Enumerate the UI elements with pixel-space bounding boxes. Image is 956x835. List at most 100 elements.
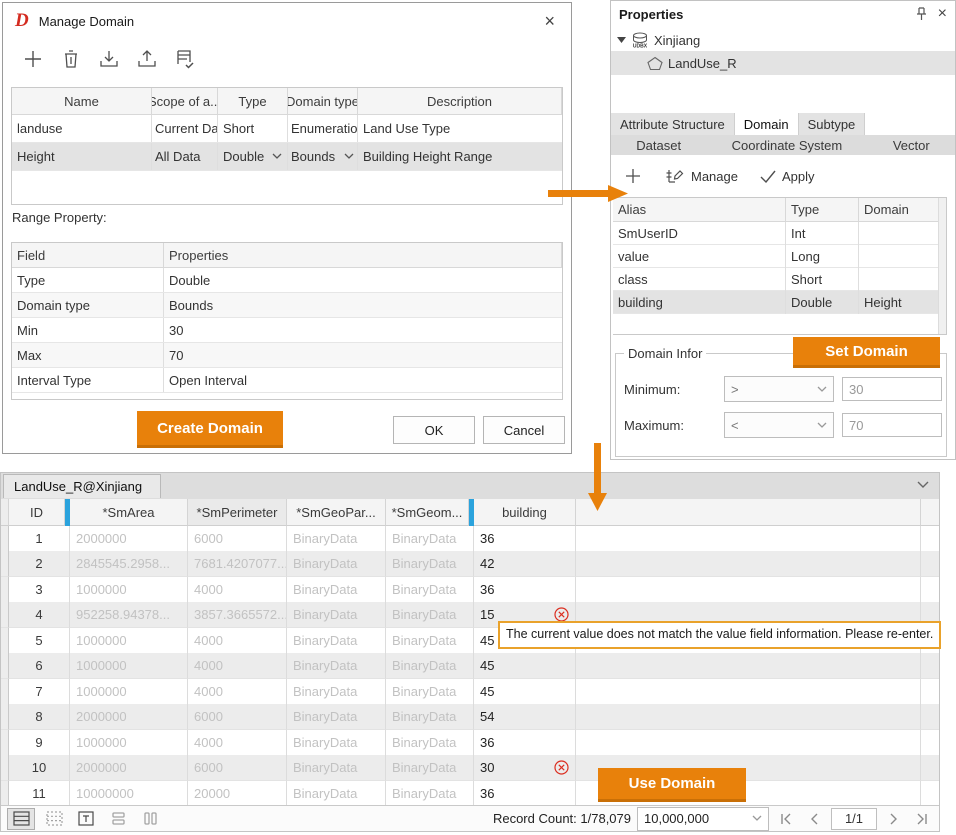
cell-smgeopar[interactable]: BinaryData: [287, 730, 386, 756]
page-size-select[interactable]: 10,000,000: [637, 807, 769, 831]
domain-row-height[interactable]: Height All Data Double Bounds Building H…: [12, 143, 562, 171]
cell-id[interactable]: 11: [9, 781, 70, 807]
close-icon[interactable]: ×: [540, 11, 559, 32]
cell-building[interactable]: 45: [474, 653, 576, 679]
property-row[interactable]: Type Double: [12, 268, 562, 293]
cell-id[interactable]: 3: [9, 577, 70, 603]
header-smgeom[interactable]: *SmGeom...: [386, 499, 469, 526]
cell-smperimeter[interactable]: 6000: [188, 526, 287, 552]
first-page-button[interactable]: [775, 809, 797, 829]
tab-vector[interactable]: Vector: [893, 138, 930, 153]
cell-smperimeter[interactable]: 4000: [188, 730, 287, 756]
cell-smgeom[interactable]: BinaryData: [386, 577, 474, 603]
domain-row-landuse[interactable]: landuse Current Data Short Enumeration L…: [12, 115, 562, 143]
cell-building[interactable]: 54: [474, 704, 576, 730]
header-type[interactable]: Type: [218, 88, 288, 114]
tree-node-dataset[interactable]: LandUse_R: [611, 51, 955, 75]
field-row[interactable]: SmUserID Int: [613, 222, 946, 245]
header-id[interactable]: ID: [9, 499, 65, 526]
property-row[interactable]: Domain type Bounds: [12, 293, 562, 318]
cell-id[interactable]: 2: [9, 551, 70, 577]
cell-building-invalid[interactable]: 30: [474, 755, 576, 781]
cell-building[interactable]: 36: [474, 730, 576, 756]
cell-smgeopar[interactable]: BinaryData: [287, 781, 386, 807]
header-domain-type[interactable]: Domain type: [288, 88, 358, 114]
cell-smarea[interactable]: 1000000: [70, 679, 188, 705]
cell-id[interactable]: 9: [9, 730, 70, 756]
cell-building[interactable]: 36: [474, 577, 576, 603]
maximum-value-input[interactable]: [842, 413, 942, 437]
cell-smarea[interactable]: 1000000: [70, 628, 188, 654]
table-row[interactable]: 8 2000000 6000 BinaryData BinaryData 54: [1, 704, 939, 730]
cell-smarea[interactable]: 1000000: [70, 577, 188, 603]
cell-smgeom[interactable]: BinaryData: [386, 653, 474, 679]
cell-smgeopar[interactable]: BinaryData: [287, 526, 386, 552]
text-mode-icon[interactable]: [73, 809, 99, 829]
cell-smgeom[interactable]: BinaryData: [386, 628, 474, 654]
tree-node-workspace[interactable]: UDBX Xinjiang: [617, 29, 955, 51]
header-smperimeter[interactable]: *SmPerimeter: [188, 499, 287, 526]
cell-smperimeter[interactable]: 6000: [188, 704, 287, 730]
header-description[interactable]: Description: [358, 88, 562, 114]
cell-building[interactable]: 45: [474, 679, 576, 705]
cell-smgeom[interactable]: BinaryData: [386, 755, 474, 781]
table-tab[interactable]: LandUse_R@Xinjiang: [3, 474, 161, 498]
header-building[interactable]: building: [474, 499, 576, 526]
cell-smgeopar[interactable]: BinaryData: [287, 704, 386, 730]
ok-button[interactable]: OK: [393, 416, 475, 444]
property-row[interactable]: Min 30: [12, 318, 562, 343]
table-row[interactable]: 11 10000000 20000 BinaryData BinaryData …: [1, 781, 939, 807]
apply-button[interactable]: Apply: [760, 169, 815, 184]
cell-building[interactable]: 42: [474, 551, 576, 577]
header-scope[interactable]: Scope of a...: [152, 88, 218, 114]
cell-smgeom[interactable]: BinaryData: [386, 526, 474, 552]
cell-smgeom[interactable]: BinaryData: [386, 730, 474, 756]
cell-type-dropdown[interactable]: Double: [218, 143, 288, 170]
cell-smgeopar[interactable]: BinaryData: [287, 577, 386, 603]
cell-smgeom[interactable]: BinaryData: [386, 602, 474, 628]
table-row[interactable]: 1 2000000 6000 BinaryData BinaryData 36: [1, 526, 939, 552]
cell-smarea[interactable]: 2845545.2958...: [70, 551, 188, 577]
cell-smgeopar[interactable]: BinaryData: [287, 551, 386, 577]
cell-smgeom[interactable]: BinaryData: [386, 679, 474, 705]
property-row[interactable]: Max 70: [12, 343, 562, 368]
cell-smperimeter[interactable]: 20000: [188, 781, 287, 807]
cancel-button[interactable]: Cancel: [483, 416, 565, 444]
split-horizontal-icon[interactable]: [105, 809, 131, 829]
cell-id[interactable]: 6: [9, 653, 70, 679]
cell-smarea[interactable]: 10000000: [70, 781, 188, 807]
cell-id[interactable]: 1: [9, 526, 70, 552]
vertical-scrollbar[interactable]: [938, 198, 946, 334]
import-domain-icon[interactable]: [97, 47, 121, 71]
table-row[interactable]: 3 1000000 4000 BinaryData BinaryData 36: [1, 577, 939, 603]
caret-down-icon[interactable]: [617, 37, 626, 43]
pin-icon[interactable]: [915, 7, 928, 21]
cell-smperimeter[interactable]: 7681.4207077...: [188, 551, 287, 577]
cell-smperimeter[interactable]: 3857.3665572...: [188, 602, 287, 628]
page-indicator[interactable]: 1/1: [831, 808, 877, 830]
previous-page-button[interactable]: [803, 809, 825, 829]
cell-smarea[interactable]: 1000000: [70, 653, 188, 679]
table-row[interactable]: 6 1000000 4000 BinaryData BinaryData 45: [1, 653, 939, 679]
cell-smarea[interactable]: 2000000: [70, 755, 188, 781]
validate-domain-icon[interactable]: [173, 47, 197, 71]
cell-smarea[interactable]: 2000000: [70, 526, 188, 552]
cell-smgeom[interactable]: BinaryData: [386, 551, 474, 577]
edit-mode-icon[interactable]: [41, 809, 67, 829]
last-page-button[interactable]: [911, 809, 933, 829]
split-vertical-icon[interactable]: [137, 809, 163, 829]
maximum-operator-select[interactable]: <: [724, 412, 834, 438]
cell-id[interactable]: 10: [9, 755, 70, 781]
cell-smgeopar[interactable]: BinaryData: [287, 755, 386, 781]
cell-smgeom[interactable]: BinaryData: [386, 704, 474, 730]
cell-smperimeter[interactable]: 4000: [188, 628, 287, 654]
table-row[interactable]: 7 1000000 4000 BinaryData BinaryData 45: [1, 679, 939, 705]
cell-domain-type-dropdown[interactable]: Bounds: [288, 143, 358, 170]
cell-smperimeter[interactable]: 6000: [188, 755, 287, 781]
cell-smperimeter[interactable]: 4000: [188, 577, 287, 603]
header-smarea[interactable]: *SmArea: [70, 499, 188, 526]
cell-id[interactable]: 8: [9, 704, 70, 730]
cell-smgeopar[interactable]: BinaryData: [287, 679, 386, 705]
cell-smperimeter[interactable]: 4000: [188, 653, 287, 679]
table-row[interactable]: 2 2845545.2958... 7681.4207077... Binary…: [1, 551, 939, 577]
